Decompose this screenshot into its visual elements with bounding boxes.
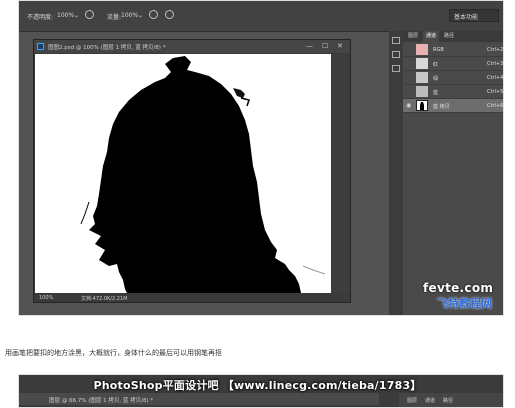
properties-panel-icon[interactable] (392, 51, 400, 58)
channel-row-rgb[interactable]: RGB Ctrl+2 (403, 43, 504, 57)
channel-shortcut: Ctrl+5 (487, 89, 504, 95)
opacity-value[interactable]: 100% (57, 12, 74, 19)
fevte-watermark-domain: fevte.com (423, 281, 494, 295)
tutorial-caption: 用画笔把要扣的地方涂黑，大概就行，身体什么的最后可以用钢笔再抠 (5, 349, 222, 357)
channel-shortcut: Ctrl+3 (487, 61, 504, 67)
opacity-pressure-icon[interactable] (85, 10, 94, 19)
channel-name: 蓝 (433, 90, 439, 96)
channel-thumbnail (416, 44, 428, 55)
minimize-icon[interactable]: — (306, 42, 313, 50)
canvas[interactable] (35, 54, 331, 293)
options-bar: 不透明度: 100% ⌄ 流量: 100% ⌄ 基本功能 (19, 1, 503, 32)
channel-name: 蓝 拷贝 (433, 104, 450, 110)
maximize-icon[interactable]: ☐ (322, 42, 328, 50)
channel-shortcut: Ctrl+2 (487, 47, 504, 53)
zoom-level[interactable]: 100% (39, 295, 53, 301)
channel-name: 绿 (433, 76, 439, 82)
document-title-2: 图层 @ 66.7% (图层 1 拷贝, 蓝 拷贝/8) * (49, 398, 154, 404)
channel-row-red[interactable]: 红 Ctrl+3 (403, 57, 504, 71)
bottom-watermark: PhotoShop平面设计吧 【www.linecg.com/tieba/178… (93, 379, 422, 392)
photoshop-screenshot: 不透明度: 100% ⌄ 流量: 100% ⌄ 基本功能 图图2.psd @ 1… (18, 0, 504, 316)
workspace-label: 基本功能 (454, 14, 479, 21)
channel-shortcut: Ctrl+4 (487, 75, 504, 81)
fevte-watermark-name: 飞特教程网 (437, 297, 492, 310)
close-icon[interactable]: ✕ (337, 42, 343, 50)
panel-tabs-2: 图层 通道 路径 (399, 393, 503, 407)
eye-icon[interactable]: ◉ (406, 102, 411, 109)
panel-tabs: 图层 通道 路径 (403, 31, 503, 42)
silhouette-image (35, 54, 331, 293)
vertical-scrollbar[interactable] (332, 54, 349, 293)
channel-name: 红 (433, 62, 439, 68)
flow-dropdown-icon[interactable]: ⌄ (138, 12, 143, 19)
tab-layers[interactable]: 图层 (405, 31, 421, 42)
document-info: 文档:472.0K/2.21M (81, 296, 128, 302)
channel-thumbnail (416, 86, 428, 97)
brush-pressure-icon[interactable] (165, 10, 174, 19)
channel-row-green[interactable]: 绿 Ctrl+4 (403, 71, 504, 85)
channel-shortcut: Ctrl+6 (487, 103, 504, 109)
opacity-label: 不透明度: (27, 14, 54, 21)
tab-paths-2[interactable]: 路径 (443, 397, 453, 404)
adjustments-panel-icon[interactable] (392, 65, 400, 72)
channel-thumbnail (416, 100, 428, 111)
flow-label: 流量: (107, 14, 122, 21)
channel-thumbnail (416, 58, 428, 69)
channel-row-blue-copy[interactable]: ◉ 蓝 拷贝 Ctrl+6 (403, 99, 504, 113)
history-panel-icon[interactable] (392, 37, 400, 44)
workspace-select[interactable]: 基本功能 (449, 9, 499, 22)
document-tab-2[interactable]: 图层 @ 66.7% (图层 1 拷贝, 蓝 拷贝/8) * (19, 393, 379, 405)
tab-channels-2[interactable]: 通道 (425, 397, 435, 404)
status-bar: 100% 文档:472.0K/2.21M (35, 293, 349, 302)
airbrush-icon[interactable] (149, 10, 158, 19)
tab-layers-2[interactable]: 图层 (407, 397, 417, 404)
channels-panel: 图层 通道 路径 RGB Ctrl+2 红 Ctrl+3 绿 Ctrl+4 蓝 … (403, 31, 504, 315)
document-tab[interactable]: 图图2.psd @ 100% (图层 1 拷贝, 蓝 拷贝/8) * — ☐ ✕ (34, 40, 350, 53)
silhouette-thumbnail-icon (420, 102, 424, 110)
channel-name: RGB (433, 47, 444, 53)
tab-channels[interactable]: 通道 (423, 31, 440, 42)
fevte-watermark: fevte.com 飞特教程网 (423, 281, 495, 313)
document-window: 图图2.psd @ 100% (图层 1 拷贝, 蓝 拷贝/8) * — ☐ ✕… (33, 39, 351, 303)
document-title: 图图2.psd @ 100% (图层 1 拷贝, 蓝 拷贝/8) * (48, 45, 166, 51)
channel-thumbnail (416, 72, 428, 83)
channel-row-blue[interactable]: 蓝 Ctrl+5 (403, 85, 504, 99)
flow-value[interactable]: 100% (121, 12, 138, 19)
opacity-dropdown-icon[interactable]: ⌄ (74, 12, 79, 19)
psd-file-icon (37, 43, 44, 50)
panel-icon-strip (389, 31, 403, 315)
tab-paths[interactable]: 路径 (441, 31, 457, 42)
